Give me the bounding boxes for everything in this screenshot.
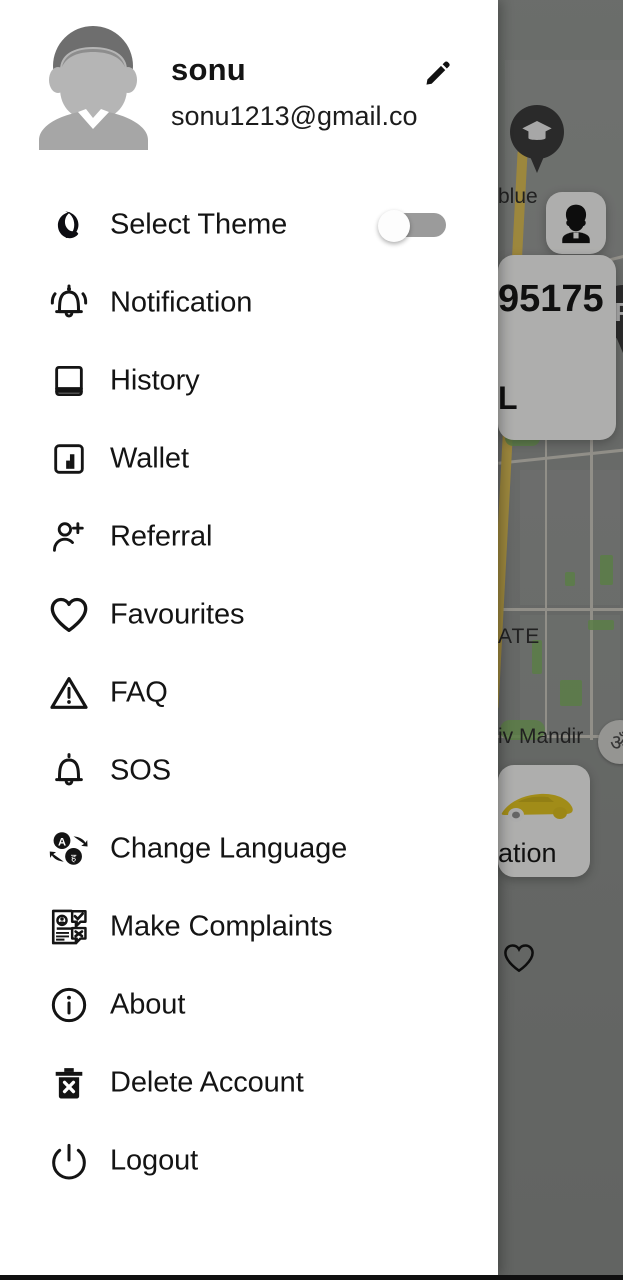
book-icon (45, 357, 93, 405)
menu-item-label: Notification (110, 286, 253, 319)
trash-x-icon (45, 1059, 93, 1107)
menu-item-label: Select Theme (110, 208, 288, 241)
heart-icon (45, 591, 93, 639)
menu-item-referral[interactable]: Referral (0, 498, 498, 576)
profile-username: sonu (171, 52, 246, 87)
edit-profile-button[interactable] (417, 52, 459, 94)
profile-header[interactable]: sonu sonu1213@gmail.co (0, 0, 498, 165)
menu-item-select-theme[interactable]: Select Theme (0, 186, 498, 264)
menu-item-favourites[interactable]: Favourites (0, 576, 498, 654)
menu-item-label: Favourites (110, 598, 245, 631)
menu-item-make-complaints[interactable]: Make Complaints (0, 888, 498, 966)
menu-item-label: FAQ (110, 676, 168, 709)
system-navigation-bar (0, 1275, 623, 1280)
menu-item-label: SOS (110, 754, 171, 787)
drawer-menu-list: Select Theme Notification History Wallet Ref… (0, 186, 498, 1200)
info-circle-icon (45, 981, 93, 1029)
complaint-document-icon (45, 903, 93, 951)
bell-ringing-icon (45, 279, 93, 327)
warning-triangle-icon (45, 669, 93, 717)
profile-email: sonu1213@gmail.co (171, 101, 418, 131)
menu-item-label: Referral (110, 520, 213, 553)
default-user-avatar[interactable] (31, 22, 156, 150)
menu-item-change-language[interactable]: A ह Change Language (0, 810, 498, 888)
person-add-icon (45, 513, 93, 561)
menu-item-logout[interactable]: Logout (0, 1122, 498, 1200)
bell-icon (45, 747, 93, 795)
menu-item-sos[interactable]: SOS (0, 732, 498, 810)
menu-item-about[interactable]: About (0, 966, 498, 1044)
pencil-icon (423, 58, 453, 88)
menu-item-label: History (110, 364, 200, 397)
wallet-icon (45, 435, 93, 483)
menu-item-label: Change Language (110, 832, 348, 865)
svg-text:ह: ह (71, 853, 77, 864)
menu-item-faq[interactable]: FAQ (0, 654, 498, 732)
menu-item-label: Make Complaints (110, 910, 333, 943)
app-screen: P blue ATE iv Mandir ॐ 95175 L (0, 0, 623, 1280)
theme-toggle-switch[interactable] (378, 210, 446, 242)
menu-item-history[interactable]: History (0, 342, 498, 420)
menu-item-notification[interactable]: Notification (0, 264, 498, 342)
power-icon (45, 1137, 93, 1185)
menu-item-delete-account[interactable]: Delete Account (0, 1044, 498, 1122)
menu-item-label: Wallet (110, 442, 189, 475)
svg-text:A: A (58, 837, 66, 849)
menu-item-wallet[interactable]: Wallet (0, 420, 498, 498)
moon-icon (45, 201, 93, 249)
translate-icon: Aह (45, 825, 93, 873)
menu-item-label: Logout (110, 1144, 199, 1177)
toggle-knob (378, 210, 410, 242)
menu-item-label: Delete Account (110, 1066, 304, 1099)
menu-item-label: About (110, 988, 186, 1021)
navigation-drawer: sonu sonu1213@gmail.co Select Theme Notif… (0, 0, 498, 1276)
